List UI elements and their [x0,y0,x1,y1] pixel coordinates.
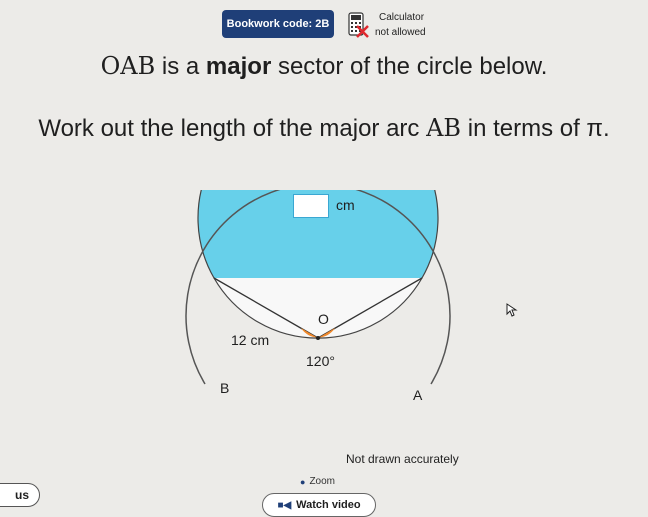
question-line-2-text-a: Work out the length of the major arc [38,115,427,142]
calculator-status-text: not allowed [375,27,426,38]
left-action-button[interactable]: us [0,483,40,507]
label-b: B [220,380,230,396]
calculator-status: Calculator not allowed [345,10,445,42]
minor-segment [213,277,423,339]
not-drawn-accurately-note: Not drawn accurately [346,452,459,466]
calculator-not-allowed-icon [348,12,369,38]
sector-name: OAB [100,52,156,80]
radius-label: 12 cm [231,332,270,348]
answer-unit: cm [336,197,355,213]
video-icon: ■◀ [277,499,292,511]
question-line-1: OAB is a major sector of the circle belo… [0,52,648,81]
magnifier-icon: ● [300,476,306,487]
calculator-label: Calculator [379,12,425,23]
arc-name: AB [426,114,462,142]
centre-point [316,336,320,340]
question-line-2-text-b: in terms of π. [461,115,610,142]
question-line-1-text-b: sector of the circle below. [271,53,548,80]
label-o: O [318,311,329,327]
mouse-cursor-icon [506,303,518,317]
question-emphasis: major [205,53,272,80]
question-line-2: Work out the length of the major arc AB … [0,114,648,143]
question-line-1-text-a: is a [155,53,206,80]
left-action-label: us [14,488,29,502]
answer-input[interactable] [293,194,329,218]
zoom-label: Zoom [309,476,335,487]
angle-label: 120° [306,353,335,369]
watch-video-label: Watch video [296,499,361,511]
bookwork-code-badge: Bookwork code: 2B [222,10,334,38]
zoom-button[interactable]: ● Zoom [300,476,335,487]
sector-diagram [185,190,451,385]
watch-video-button[interactable]: ■◀ Watch video [262,493,376,517]
label-a: A [413,387,423,403]
